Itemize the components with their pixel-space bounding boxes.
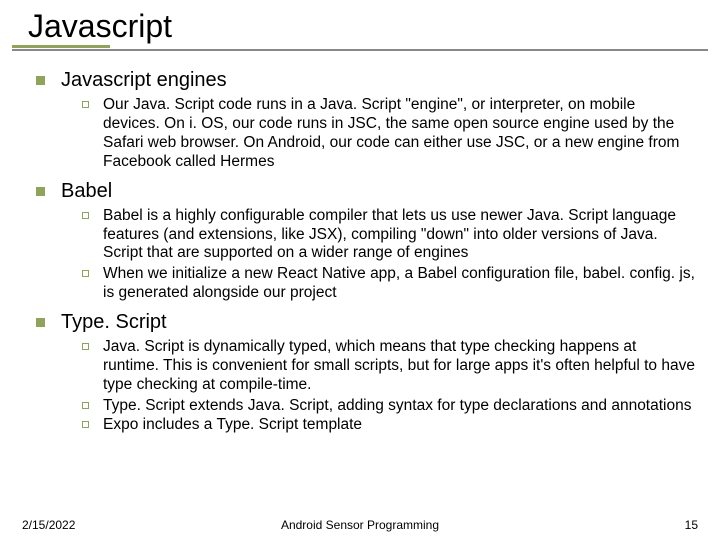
- list-item-text: When we initialize a new React Native ap…: [103, 265, 696, 303]
- section-heading: Type. Script: [61, 311, 167, 334]
- section-heading-row: Type. Script: [36, 311, 696, 334]
- list-item-text: Babel is a highly configurable compiler …: [103, 207, 696, 264]
- list-item-text: Expo includes a Type. Script template: [103, 416, 362, 435]
- list-item-text: Java. Script is dynamically typed, which…: [103, 338, 696, 395]
- footer: 2/15/2022 Android Sensor Programming 15: [0, 518, 720, 532]
- footer-title: Android Sensor Programming: [0, 518, 720, 532]
- section-heading-row: Javascript engines: [36, 69, 696, 92]
- bullet-outline-icon: [82, 421, 89, 428]
- section-heading-row: Babel: [36, 180, 696, 203]
- list-item: Expo includes a Type. Script template: [36, 416, 696, 435]
- bullet-outline-icon: [82, 270, 89, 277]
- list-item: Babel is a highly configurable compiler …: [36, 207, 696, 264]
- section-typescript: Type. Script Java. Script is dynamically…: [36, 311, 696, 435]
- slide: Javascript Javascript engines Our Java. …: [0, 0, 720, 540]
- list-item: Our Java. Script code runs in a Java. Sc…: [36, 96, 696, 172]
- bullet-outline-icon: [82, 402, 89, 409]
- bullet-outline-icon: [82, 212, 89, 219]
- bullet-square-icon: [36, 76, 45, 85]
- bullet-outline-icon: [82, 101, 89, 108]
- list-item: Type. Script extends Java. Script, addin…: [36, 397, 696, 416]
- sub-list: Our Java. Script code runs in a Java. Sc…: [36, 96, 696, 172]
- list-item: When we initialize a new React Native ap…: [36, 265, 696, 303]
- slide-title: Javascript: [28, 8, 720, 45]
- section-js-engines: Javascript engines Our Java. Script code…: [36, 69, 696, 172]
- sub-list: Babel is a highly configurable compiler …: [36, 207, 696, 304]
- title-accent-bar: [12, 45, 110, 48]
- sub-list: Java. Script is dynamically typed, which…: [36, 338, 696, 435]
- bullet-square-icon: [36, 318, 45, 327]
- title-area: Javascript: [0, 0, 720, 45]
- bullet-outline-icon: [82, 343, 89, 350]
- section-heading: Babel: [61, 180, 112, 203]
- list-item-text: Type. Script extends Java. Script, addin…: [103, 397, 691, 416]
- list-item: Java. Script is dynamically typed, which…: [36, 338, 696, 395]
- list-item-text: Our Java. Script code runs in a Java. Sc…: [103, 96, 696, 172]
- bullet-square-icon: [36, 187, 45, 196]
- section-babel: Babel Babel is a highly configurable com…: [36, 180, 696, 304]
- content-area: Javascript engines Our Java. Script code…: [0, 51, 720, 435]
- section-heading: Javascript engines: [61, 69, 227, 92]
